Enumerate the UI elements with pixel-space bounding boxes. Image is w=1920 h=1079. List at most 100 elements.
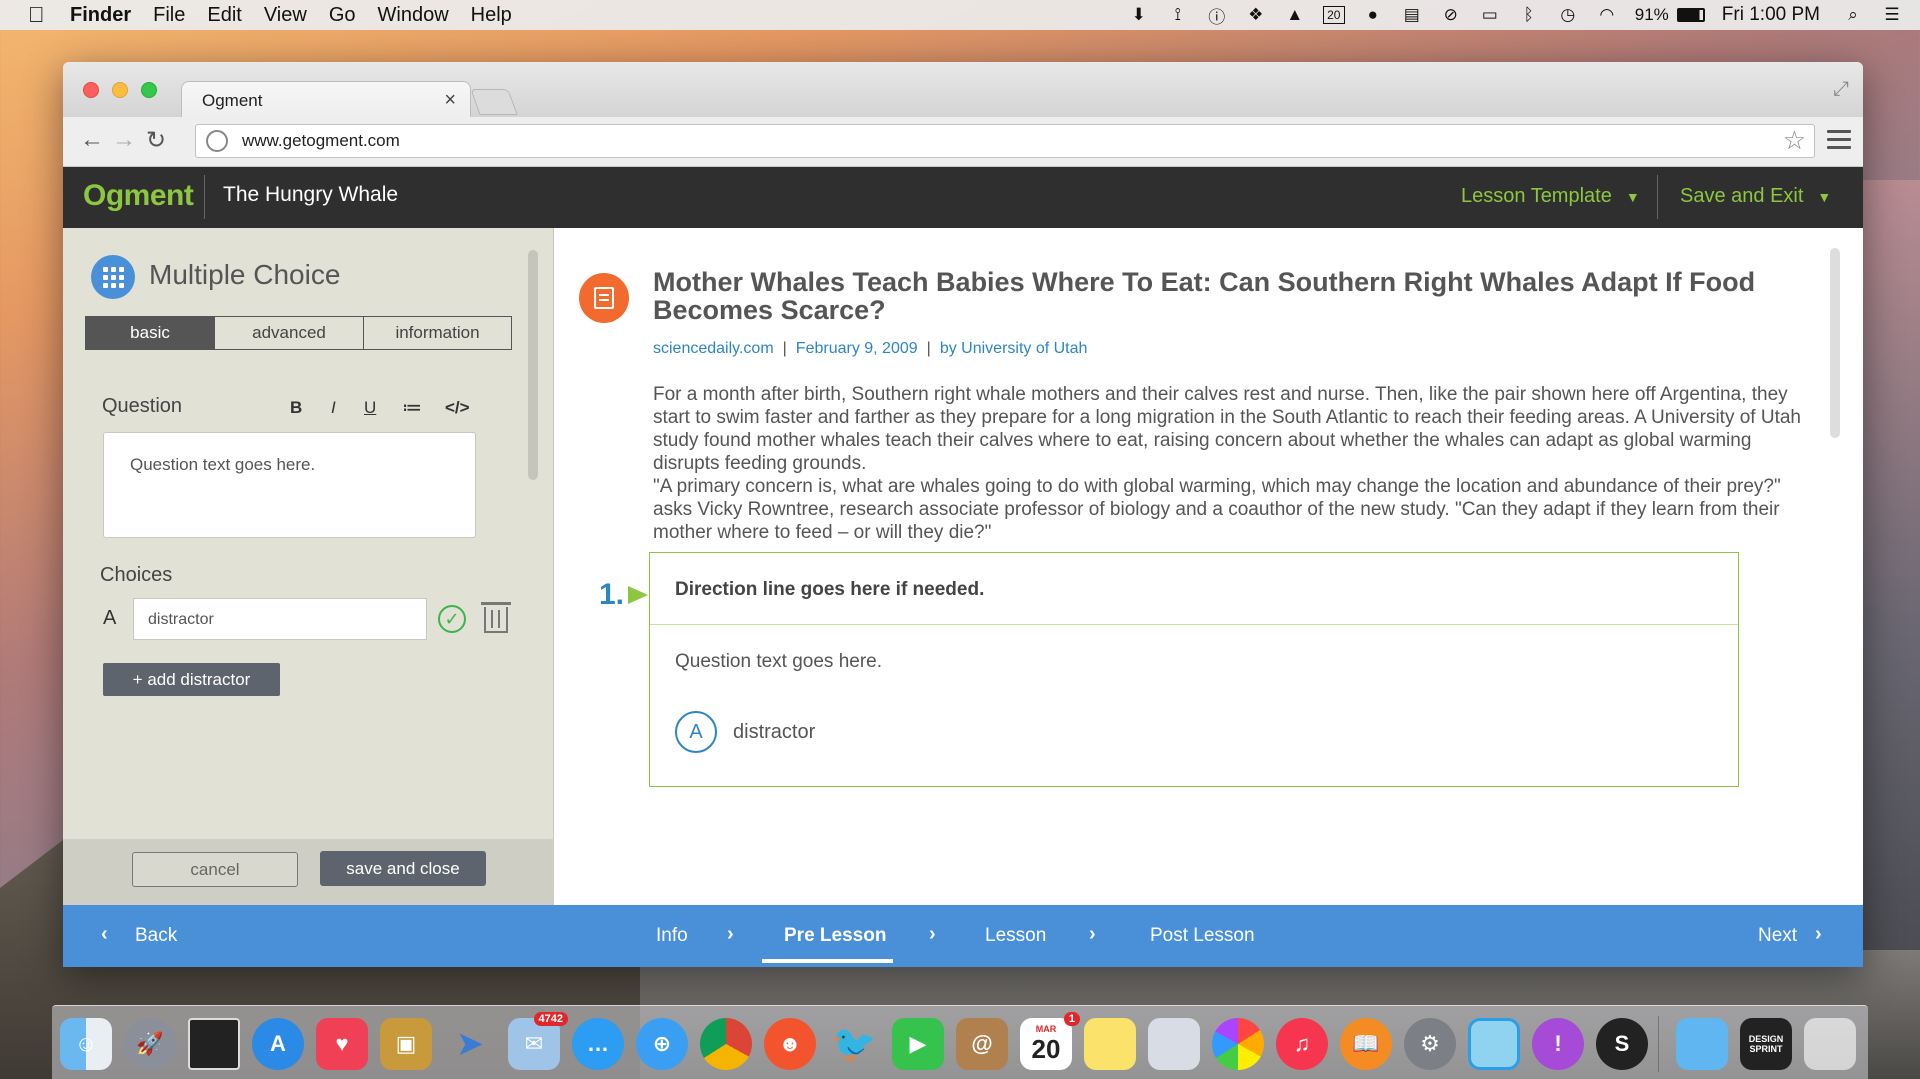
tab-basic[interactable]: basic bbox=[86, 317, 215, 349]
battery-icon[interactable] bbox=[1676, 8, 1705, 22]
photos-icon[interactable] bbox=[1212, 1018, 1264, 1070]
back-button[interactable]: Back bbox=[135, 925, 177, 947]
ogment-logo[interactable]: Ogment bbox=[83, 179, 194, 213]
step-lesson[interactable]: Lesson bbox=[985, 925, 1046, 947]
lesson-template-dropdown[interactable]: Lesson Template ▼ bbox=[1461, 185, 1640, 208]
new-tab-button[interactable] bbox=[470, 89, 518, 115]
do-not-disturb-icon[interactable]: ⊘ bbox=[1440, 5, 1462, 25]
reload-icon[interactable]: ↻ bbox=[141, 125, 171, 155]
editor-scrollbar[interactable] bbox=[528, 250, 538, 480]
chevron-left-icon[interactable]: ‹ bbox=[101, 923, 108, 946]
menu-view[interactable]: View bbox=[264, 4, 307, 27]
underline-icon[interactable]: U bbox=[364, 398, 376, 418]
correct-answer-check-icon[interactable]: ✓ bbox=[438, 605, 466, 633]
notification-center-icon[interactable]: ☰ bbox=[1881, 5, 1903, 25]
next-button[interactable]: Next bbox=[1758, 925, 1797, 947]
airplay-icon[interactable]: ▭ bbox=[1479, 5, 1501, 25]
menu-window[interactable]: Window bbox=[378, 4, 449, 27]
twitter-bird-icon[interactable]: 🐦 bbox=[828, 1018, 880, 1070]
pocket-icon[interactable]: ♥ bbox=[316, 1018, 368, 1070]
save-and-close-button[interactable]: save and close bbox=[320, 851, 486, 886]
step-post-lesson[interactable]: Post Lesson bbox=[1150, 925, 1255, 947]
code-icon[interactable]: </> bbox=[445, 398, 470, 418]
calendar-month: MAR bbox=[1035, 1023, 1057, 1034]
system-preferences-icon[interactable]: ⚙ bbox=[1404, 1018, 1456, 1070]
add-distractor-button[interactable]: + add distractor bbox=[103, 663, 280, 696]
music-icon[interactable]: ♫ bbox=[1276, 1018, 1328, 1070]
address-bar[interactable]: www.getogment.com ☆ bbox=[195, 124, 1815, 158]
hat-icon[interactable]: ● bbox=[1362, 5, 1384, 25]
reddit-icon[interactable]: ☻ bbox=[764, 1018, 816, 1070]
bold-icon[interactable]: B bbox=[290, 398, 302, 418]
podcasts-icon[interactable]: ! bbox=[1532, 1018, 1584, 1070]
app-store-icon[interactable]: A bbox=[252, 1018, 304, 1070]
chrome-icon[interactable] bbox=[700, 1018, 752, 1070]
calendar-icon[interactable]: MAR 20 1 bbox=[1020, 1012, 1080, 1070]
safari-icon[interactable]: ⊕ bbox=[636, 1018, 688, 1070]
mail-icon[interactable]: ✉ 4742 bbox=[508, 1012, 568, 1070]
tab-close-icon[interactable]: × bbox=[444, 89, 456, 112]
cancel-button[interactable]: cancel bbox=[132, 852, 298, 887]
step-pre-lesson[interactable]: Pre Lesson bbox=[784, 925, 886, 947]
clock[interactable]: Fri 1:00 PM bbox=[1722, 4, 1820, 26]
design-sprint-icon[interactable]: DESIGN SPRINT bbox=[1740, 1018, 1792, 1070]
minimize-window-button[interactable] bbox=[112, 82, 128, 98]
activity-monitor-icon[interactable] bbox=[188, 1018, 240, 1070]
launchpad-icon[interactable]: 🚀 bbox=[124, 1018, 176, 1070]
messages-icon[interactable]: … bbox=[572, 1018, 624, 1070]
tab-information[interactable]: information bbox=[364, 317, 511, 349]
sketch-s-icon[interactable]: S bbox=[1596, 1018, 1648, 1070]
bookmark-star-icon[interactable]: ☆ bbox=[1783, 125, 1806, 156]
calendar-menu-icon[interactable]: 20 bbox=[1322, 6, 1345, 24]
list-icon[interactable]: ≔ bbox=[402, 395, 422, 420]
forward-arrow-icon[interactable]: → bbox=[109, 125, 139, 155]
contacts-icon[interactable]: @ bbox=[956, 1018, 1008, 1070]
send-icon[interactable]: ➤ bbox=[444, 1018, 496, 1070]
time-machine-icon[interactable]: ◷ bbox=[1557, 5, 1579, 25]
choice-input[interactable]: distractor bbox=[133, 598, 427, 640]
trash-bin-icon[interactable] bbox=[1804, 1018, 1856, 1070]
ibooks-icon[interactable]: 📖 bbox=[1340, 1018, 1392, 1070]
wifi-icon[interactable]: ◠ bbox=[1596, 5, 1618, 25]
option-radio[interactable]: A bbox=[675, 711, 717, 753]
step-info[interactable]: Info bbox=[656, 925, 688, 947]
notes-icon[interactable]: ▤ bbox=[1401, 5, 1423, 25]
facetime-icon[interactable]: ▶ bbox=[892, 1018, 944, 1070]
back-arrow-icon[interactable]: ← bbox=[77, 125, 107, 155]
apple-icon[interactable]:  bbox=[28, 2, 62, 28]
tab-advanced[interactable]: advanced bbox=[215, 317, 364, 349]
spotlight-search-icon[interactable]: ⌕ bbox=[1842, 5, 1864, 25]
article-date[interactable]: February 9, 2009 bbox=[796, 340, 918, 357]
chevron-right-icon[interactable]: › bbox=[1815, 923, 1822, 946]
menu-app-name[interactable]: Finder bbox=[70, 4, 131, 27]
preview-icon[interactable] bbox=[1148, 1018, 1200, 1070]
folder-icon[interactable] bbox=[1676, 1018, 1728, 1070]
menu-edit[interactable]: Edit bbox=[207, 4, 241, 27]
trash-icon[interactable] bbox=[481, 602, 511, 634]
menu-help[interactable]: Help bbox=[471, 4, 512, 27]
save-exit-dropdown[interactable]: Save and Exit ▼ bbox=[1680, 185, 1831, 208]
bluetooth-icon[interactable]: ᛒ bbox=[1518, 5, 1540, 25]
broom-icon[interactable]: ⟟ bbox=[1167, 5, 1189, 25]
close-window-button[interactable] bbox=[83, 82, 99, 98]
italic-icon[interactable]: I bbox=[331, 398, 336, 418]
download-icon[interactable]: ⬇ bbox=[1128, 5, 1150, 25]
browser-tab[interactable]: Ogment × bbox=[181, 81, 471, 119]
notes-app-icon[interactable] bbox=[1084, 1018, 1136, 1070]
question-card[interactable]: Direction line goes here if needed. Ques… bbox=[649, 552, 1739, 787]
finder-icon[interactable]: ☺ bbox=[60, 1018, 112, 1070]
screenshot-icon[interactable] bbox=[1468, 1018, 1520, 1070]
preview-scrollbar[interactable] bbox=[1830, 248, 1840, 438]
browser-menu-icon[interactable] bbox=[1827, 130, 1851, 152]
article-author[interactable]: by University of Utah bbox=[940, 340, 1088, 357]
alfred-icon[interactable]: ▲ bbox=[1284, 5, 1306, 25]
zoom-window-button[interactable] bbox=[141, 82, 157, 98]
menu-go[interactable]: Go bbox=[329, 4, 356, 27]
question-input[interactable]: Question text goes here. bbox=[103, 432, 476, 538]
fullscreen-icon[interactable]: ⤢ bbox=[1833, 78, 1849, 101]
menu-file[interactable]: File bbox=[153, 4, 185, 27]
onepassword-icon[interactable]: ⓘ bbox=[1206, 5, 1228, 27]
dropbox-icon[interactable]: ❖ bbox=[1245, 5, 1267, 25]
article-source[interactable]: sciencedaily.com bbox=[653, 340, 774, 357]
package-icon[interactable]: ▣ bbox=[380, 1018, 432, 1070]
